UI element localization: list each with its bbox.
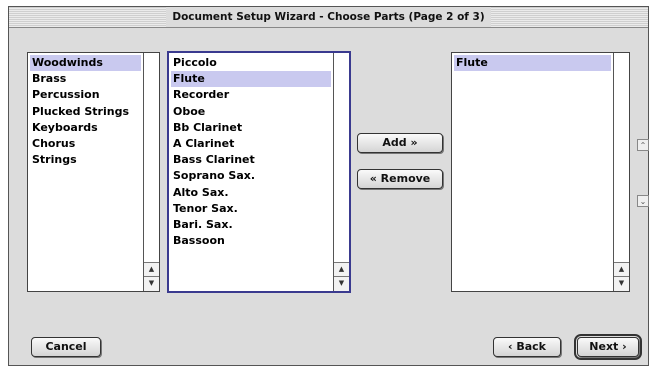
next-button[interactable]: Next › [574,334,642,360]
list-item[interactable]: Plucked Strings [30,104,141,120]
scroll-up-arrow-icon[interactable]: ▲ [614,262,629,277]
category-scrollbar[interactable]: ▲ ▼ [143,53,159,291]
list-item[interactable]: Chorus [30,136,141,152]
list-item[interactable]: Bass Clarinet [171,152,331,168]
title-bar[interactable]: Document Setup Wizard - Choose Parts (Pa… [9,7,648,28]
list-item[interactable]: Bari. Sax. [171,217,331,233]
scroll-down-arrow-icon[interactable]: ▼ [614,276,629,291]
list-item[interactable]: A Clarinet [171,136,331,152]
list-item[interactable]: Alto Sax. [171,185,331,201]
scroll-down-arrow-icon[interactable]: ▼ [144,276,159,291]
move-up-icon[interactable]: ⌃ [637,139,649,151]
list-item[interactable]: Bb Clarinet [171,120,331,136]
list-item[interactable]: Flute [454,55,611,72]
list-item[interactable]: Keyboards [30,120,141,136]
list-item[interactable]: Flute [171,71,331,88]
instrument-scrollbar[interactable]: ▲ ▼ [333,53,349,291]
window-title: Document Setup Wizard - Choose Parts (Pa… [166,7,491,27]
list-item[interactable]: Recorder [171,87,331,103]
category-list[interactable]: Woodwinds Brass Percussion Plucked Strings K… [27,52,160,292]
cancel-button[interactable]: Cancel [31,337,101,357]
category-items: Woodwinds Brass Percussion Plucked Strings K… [30,55,141,168]
list-item[interactable]: Bassoon [171,233,331,249]
move-down-icon[interactable]: ⌄ [637,195,649,207]
list-item[interactable]: Woodwinds [30,55,141,72]
wizard-window: Document Setup Wizard - Choose Parts (Pa… [8,6,649,366]
list-item[interactable]: Brass [30,71,141,87]
add-button[interactable]: Add » [357,133,443,153]
instrument-list[interactable]: Piccolo Flute Recorder Oboe Bb Clarinet A Cla… [167,51,351,293]
list-item[interactable]: Strings [30,152,141,168]
chosen-parts-list[interactable]: Flute ▲ ▼ [451,52,630,292]
list-item[interactable]: Oboe [171,104,331,120]
chosen-scrollbar[interactable]: ▲ ▼ [613,53,629,291]
scroll-up-arrow-icon[interactable]: ▲ [144,262,159,277]
remove-button[interactable]: « Remove [357,169,443,189]
list-item[interactable]: Soprano Sax. [171,168,331,184]
back-button[interactable]: ‹ Back [493,337,561,357]
instrument-items: Piccolo Flute Recorder Oboe Bb Clarinet A Cla… [171,55,331,249]
list-item[interactable]: Piccolo [171,55,331,71]
list-item[interactable]: Percussion [30,87,141,103]
scroll-down-arrow-icon[interactable]: ▼ [334,276,349,291]
scroll-up-arrow-icon[interactable]: ▲ [334,262,349,277]
chosen-parts-items: Flute [454,55,611,72]
list-item[interactable]: Tenor Sax. [171,201,331,217]
